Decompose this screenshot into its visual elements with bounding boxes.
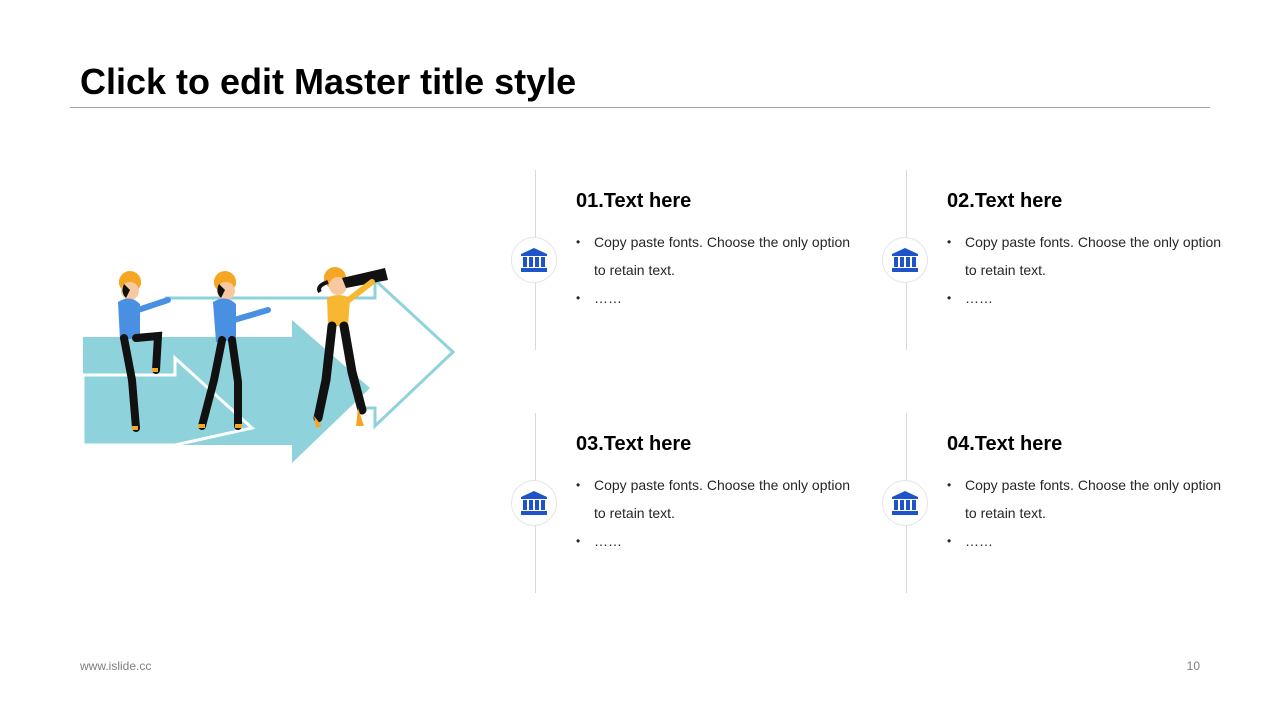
bullet-item: • Copy paste fonts. Choose the only optio…	[947, 471, 1227, 527]
item-card-3: 03.Text here • Copy paste fonts. Choose t…	[511, 413, 865, 593]
footer-url[interactable]: www.islide.cc	[80, 659, 151, 673]
bullet-text[interactable]: ……	[594, 533, 622, 549]
bank-icon	[892, 491, 918, 515]
bullet-item: • Copy paste fonts. Choose the only optio…	[576, 471, 856, 527]
page-number: 10	[1186, 659, 1200, 673]
bank-icon	[892, 248, 918, 272]
item-card-4: 04.Text here • Copy paste fonts. Choose t…	[882, 413, 1236, 593]
item-heading[interactable]: 04.Text here	[947, 432, 1062, 456]
icon-badge	[882, 237, 928, 283]
icon-badge	[511, 480, 557, 526]
bullet-list: • Copy paste fonts. Choose the only optio…	[947, 471, 1227, 555]
bullet-item: • Copy paste fonts. Choose the only optio…	[576, 228, 856, 284]
bullet-dot: •	[947, 478, 952, 492]
bullet-dot: •	[947, 291, 952, 305]
bullet-item: • Copy paste fonts. Choose the only optio…	[947, 228, 1227, 284]
icon-badge	[882, 480, 928, 526]
bullet-list: • Copy paste fonts. Choose the only optio…	[947, 228, 1227, 312]
bullet-text[interactable]: Copy paste fonts. Choose the only option…	[965, 234, 1221, 278]
bullet-item: • ……	[576, 527, 856, 555]
item-heading[interactable]: 03.Text here	[576, 432, 691, 456]
bullet-text[interactable]: Copy paste fonts. Choose the only option…	[594, 234, 850, 278]
bullet-dot: •	[576, 235, 581, 249]
item-card-2: 02.Text here • Copy paste fonts. Choose t…	[882, 170, 1236, 350]
bullet-text[interactable]: ……	[594, 290, 622, 306]
icon-badge	[511, 237, 557, 283]
title-divider	[70, 107, 1210, 108]
bullet-item: • ……	[576, 284, 856, 312]
slide-title[interactable]: Click to edit Master title style	[80, 62, 576, 102]
item-card-1: 01.Text here • Copy paste fonts. Choose t…	[511, 170, 865, 350]
bullet-text[interactable]: Copy paste fonts. Choose the only option…	[965, 477, 1221, 521]
bullet-dot: •	[947, 235, 952, 249]
bank-icon	[521, 248, 547, 272]
workers-illustration	[81, 267, 456, 463]
bullet-item: • ……	[947, 527, 1227, 555]
bullet-dot: •	[576, 534, 581, 548]
bullet-list: • Copy paste fonts. Choose the only optio…	[576, 471, 856, 555]
bullet-list: • Copy paste fonts. Choose the only optio…	[576, 228, 856, 312]
bullet-text[interactable]: Copy paste fonts. Choose the only option…	[594, 477, 850, 521]
bullet-dot: •	[947, 534, 952, 548]
item-heading[interactable]: 01.Text here	[576, 189, 691, 213]
item-heading[interactable]: 02.Text here	[947, 189, 1062, 213]
bullet-text[interactable]: ……	[965, 290, 993, 306]
bank-icon	[521, 491, 547, 515]
bullet-text[interactable]: ……	[965, 533, 993, 549]
bullet-item: • ……	[947, 284, 1227, 312]
bullet-dot: •	[576, 478, 581, 492]
bullet-dot: •	[576, 291, 581, 305]
